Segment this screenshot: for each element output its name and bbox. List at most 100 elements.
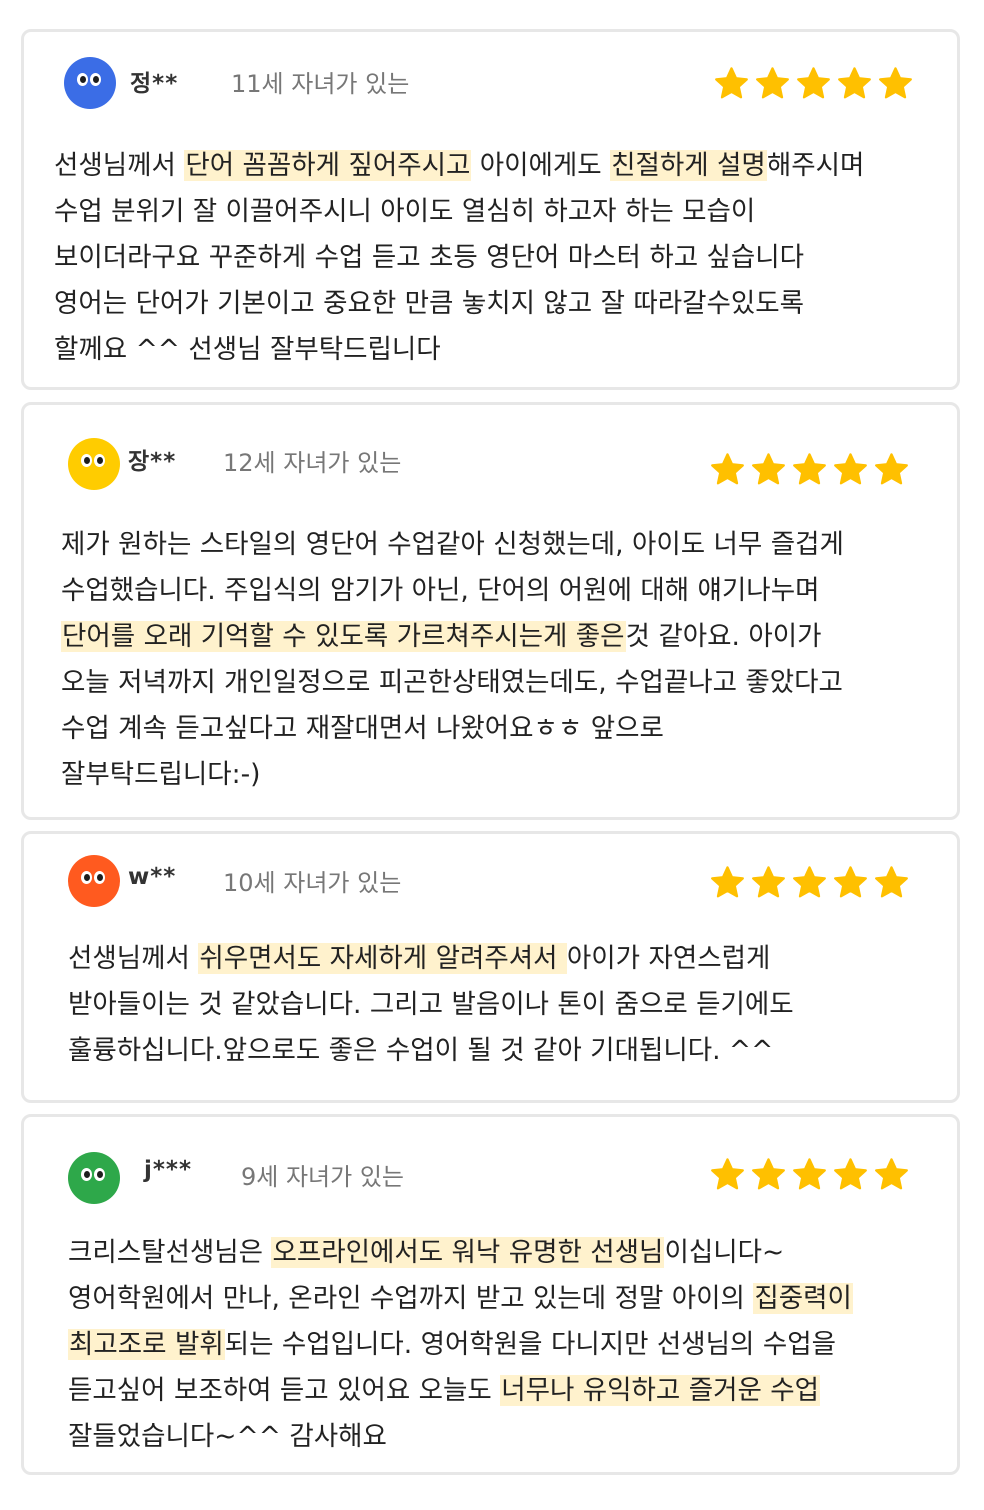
reviewer-name: 정**	[130, 71, 179, 97]
star-rating	[709, 865, 910, 901]
star-icon	[715, 67, 748, 99]
avatar-eye-icon	[81, 454, 92, 467]
highlighted-phrase: 최고조로 발휘	[68, 1329, 225, 1360]
review-line: 단어를 오래 기억할 수 있도록 가르쳐주시는게 좋은것 같아요. 아이가	[61, 614, 844, 660]
review-line: 크리스탈선생님은 오프라인에서도 워낙 유명한 선생님이십니다~	[68, 1230, 853, 1276]
review-line: 수업했습니다. 주입식의 암기가 아닌, 단어의 어원에 대해 얘기나누며	[61, 568, 844, 614]
reviewer-child-age: 11세 자녀가 있는	[231, 70, 410, 98]
avatar	[68, 438, 120, 490]
review-text-segment: 오늘 저녁까지 개인일정으로 피곤한상태였는데도, 수업끝나고 좋았다고	[61, 667, 843, 698]
review-line: 선생님께서 단어 꼼꼼하게 짚어주시고 아이에게도 친절하게 설명해주시며	[54, 143, 864, 189]
review-card-2: 장** 12세 자녀가 있는 제가 원하는 스타일의 영단어 수업같아 신청했는…	[21, 402, 960, 820]
review-text: 제가 원하는 스타일의 영단어 수업같아 신청했는데, 아이도 너무 즐겁게수업…	[61, 522, 844, 798]
review-text-segment: 받아들이는 것 같았습니다. 그리고 발음이나 톤이 줌으로 듣기에도	[68, 989, 794, 1020]
reviewer-child-age: 12세 자녀가 있는	[223, 449, 402, 477]
review-text-segment: 이십니다~	[664, 1237, 785, 1268]
review-line: 수업 계속 듣고싶다고 재잘대면서 나왔어요ㅎㅎ 앞으로	[61, 706, 844, 752]
reviewer-name: 장**	[128, 449, 177, 475]
highlighted-phrase: 오프라인에서도 워낙 유명한 선생님	[271, 1237, 665, 1268]
reviewer-name: w**	[128, 864, 177, 890]
avatar-eye-icon	[81, 871, 92, 884]
review-line: 최고조로 발휘되는 수업입니다. 영어학원을 다니지만 선생님의 수업을	[68, 1322, 853, 1368]
review-card-3: w** 10세 자녀가 있는 선생님께서 쉬우면서도 자세하게 알려주셔서 아이…	[21, 831, 960, 1103]
review-line: 보이더라구요 꾸준하게 수업 듣고 초등 영단어 마스터 하고 싶습니다	[54, 235, 864, 281]
star-icon	[875, 453, 908, 485]
review-text-segment: 할께요 ^^ 선생님 잘부탁드립니다	[54, 334, 441, 365]
review-line: 영어학원에서 만나, 온라인 수업까지 받고 있는데 정말 아이의 집중력이	[68, 1276, 853, 1322]
review-text-segment: 듣고싶어 보조하여 듣고 있어요 오늘도	[68, 1375, 501, 1406]
review-text-segment: 선생님께서	[68, 943, 199, 974]
review-text-segment: 선생님께서	[54, 150, 185, 181]
star-icon	[879, 67, 912, 99]
star-icon	[752, 1158, 785, 1190]
review-line: 받아들이는 것 같았습니다. 그리고 발음이나 톤이 줌으로 듣기에도	[68, 982, 794, 1028]
review-line: 제가 원하는 스타일의 영단어 수업같아 신청했는데, 아이도 너무 즐겁게	[61, 522, 844, 568]
review-text-segment: 보이더라구요 꾸준하게 수업 듣고 초등 영단어 마스터 하고 싶습니다	[54, 242, 805, 273]
star-icon	[752, 866, 785, 898]
review-text-segment: 해주시며	[766, 150, 865, 181]
review-line: 듣고싶어 보조하여 듣고 있어요 오늘도 너무나 유익하고 즐거운 수업	[68, 1368, 853, 1414]
avatar	[64, 57, 116, 109]
review-text: 선생님께서 쉬우면서도 자세하게 알려주셔서 아이가 자연스럽게받아들이는 것 …	[68, 936, 794, 1074]
review-text: 선생님께서 단어 꼼꼼하게 짚어주시고 아이에게도 친절하게 설명해주시며수업 …	[54, 143, 864, 373]
reviewer-child-age: 10세 자녀가 있는	[223, 869, 402, 897]
star-icon	[711, 453, 744, 485]
review-line: 잘들었습니다~^^ 감사해요	[68, 1414, 853, 1460]
avatar-eye-icon	[94, 454, 105, 467]
star-rating	[709, 452, 910, 488]
star-icon	[793, 453, 826, 485]
star-icon	[752, 453, 785, 485]
star-rating	[709, 1157, 910, 1193]
review-text-segment: 크리스탈선생님은	[68, 1237, 272, 1268]
avatar-eye-icon	[77, 73, 88, 86]
star-rating	[713, 66, 914, 102]
star-icon	[793, 1158, 826, 1190]
star-icon	[711, 1158, 744, 1190]
review-text-segment: 제가 원하는 스타일의 영단어 수업같아 신청했는데, 아이도 너무 즐겁게	[61, 529, 844, 560]
star-icon	[834, 1158, 867, 1190]
highlighted-phrase: 쉬우면서도 자세하게 알려주셔서	[198, 943, 567, 974]
review-line: 영어는 단어가 기본이고 중요한 만큼 놓치지 않고 잘 따라갈수있도록	[54, 281, 864, 327]
star-icon	[793, 866, 826, 898]
review-text-segment: 되는 수업입니다. 영어학원을 다니지만 선생님의 수업을	[224, 1329, 836, 1360]
review-text-segment: 수업했습니다. 주입식의 암기가 아닌, 단어의 어원에 대해 얘기나누며	[61, 575, 820, 606]
star-icon	[797, 67, 830, 99]
review-text-segment: 잘들었습니다~^^ 감사해요	[68, 1421, 387, 1452]
highlighted-phrase: 집중력이	[753, 1283, 853, 1314]
star-icon	[756, 67, 789, 99]
avatar-eye-icon	[90, 73, 101, 86]
review-text-segment: 수업 분위기 잘 이끌어주시니 아이도 열심히 하고자 하는 모습이	[54, 196, 756, 227]
reviewer-name: j***	[144, 1157, 192, 1183]
star-icon	[711, 866, 744, 898]
review-text-segment: 아이가 자연스럽게	[566, 943, 771, 974]
highlighted-phrase: 친절하게 설명	[610, 150, 767, 181]
avatar-eye-icon	[94, 871, 105, 884]
review-line: 오늘 저녁까지 개인일정으로 피곤한상태였는데도, 수업끝나고 좋았다고	[61, 660, 844, 706]
review-text: 크리스탈선생님은 오프라인에서도 워낙 유명한 선생님이십니다~ 영어학원에서 만…	[68, 1230, 853, 1460]
review-line: 훌륭하십니다.앞으로도 좋은 수업이 될 것 같아 기대됩니다. ^^	[68, 1028, 794, 1074]
highlighted-phrase: 단어를 오래 기억할 수 있도록 가르쳐주시는게 좋은	[61, 621, 626, 652]
review-text-segment: 훌륭하십니다.앞으로도 좋은 수업이 될 것 같아 기대됩니다. ^^	[68, 1035, 774, 1066]
review-line: 잘부탁드립니다:-)	[61, 752, 844, 798]
review-line: 선생님께서 쉬우면서도 자세하게 알려주셔서 아이가 자연스럽게	[68, 936, 794, 982]
review-text-segment: 영어학원에서 만나, 온라인 수업까지 받고 있는데 정말 아이의	[68, 1283, 754, 1314]
avatar	[68, 1152, 120, 1204]
star-icon	[875, 866, 908, 898]
review-text-segment: 잘부탁드립니다:-)	[61, 759, 261, 790]
highlighted-phrase: 너무나 유익하고 즐거운 수업	[500, 1375, 821, 1406]
review-text-segment: 것 같아요. 아이가	[625, 621, 822, 652]
avatar	[68, 855, 120, 907]
star-icon	[834, 866, 867, 898]
review-line: 할께요 ^^ 선생님 잘부탁드립니다	[54, 327, 864, 373]
review-text-segment: 수업 계속 듣고싶다고 재잘대면서 나왔어요ㅎㅎ 앞으로	[61, 713, 664, 744]
avatar-eye-icon	[81, 1168, 92, 1181]
reviewer-child-age: 9세 자녀가 있는	[241, 1163, 405, 1191]
star-icon	[838, 67, 871, 99]
review-text-segment: 아이에게도	[471, 150, 611, 181]
star-icon	[875, 1158, 908, 1190]
star-icon	[834, 453, 867, 485]
review-card-4: j*** 9세 자녀가 있는 크리스탈선생님은 오프라인에서도 워낙 유명한 선…	[21, 1114, 960, 1475]
avatar-eye-icon	[94, 1168, 105, 1181]
highlighted-phrase: 단어 꼼꼼하게 짚어주시고	[184, 150, 472, 181]
review-line: 수업 분위기 잘 이끌어주시니 아이도 열심히 하고자 하는 모습이	[54, 189, 864, 235]
